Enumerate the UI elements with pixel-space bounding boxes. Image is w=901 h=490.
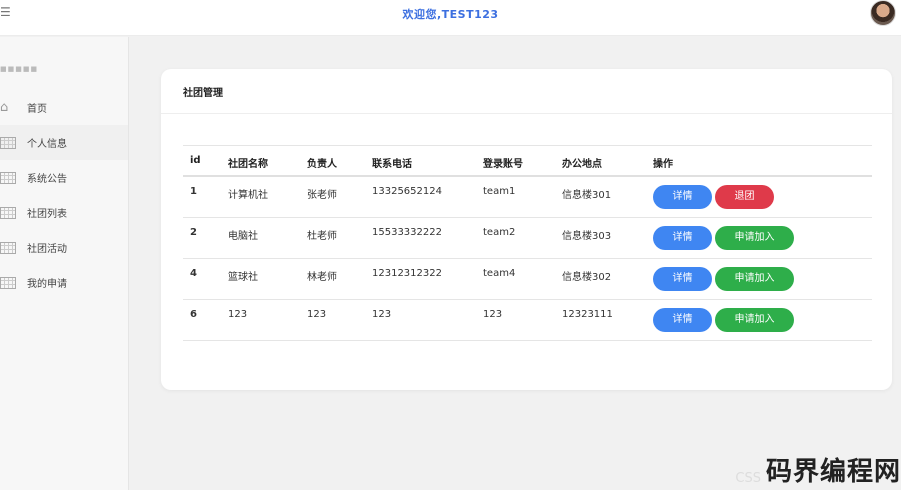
column-header: 负责人 bbox=[307, 159, 337, 170]
grid-icon bbox=[0, 206, 16, 219]
column-header: id bbox=[190, 155, 201, 166]
cell-location: 12323111 bbox=[562, 309, 613, 320]
club-management-card: 社团管理 id 社团名称 负责人 联系电话 登录账号 办公地点 操作 1 计算机… bbox=[161, 69, 892, 390]
cell-leader: 林老师 bbox=[307, 272, 337, 283]
cell-account: team2 bbox=[483, 227, 516, 238]
column-header: 联系电话 bbox=[372, 159, 412, 170]
grid-icon bbox=[0, 276, 16, 289]
cell-name: 123 bbox=[228, 309, 248, 320]
table-header: id 社团名称 负责人 联系电话 登录账号 办公地点 操作 bbox=[183, 145, 872, 177]
cell-location: 信息楼302 bbox=[562, 272, 612, 283]
sidebar-item-club-activities[interactable]: 社团活动 bbox=[0, 230, 128, 265]
cell-phone: 12312312322 bbox=[372, 268, 442, 279]
sidebar-item-label: 社团列表 bbox=[27, 209, 67, 220]
welcome-text: 欢迎您,TEST123 bbox=[402, 8, 499, 21]
sidebar-item-label: 我的申请 bbox=[27, 279, 67, 290]
column-header: 办公地点 bbox=[562, 159, 602, 170]
cell-location: 信息楼301 bbox=[562, 190, 612, 201]
detail-button[interactable]: 详情 bbox=[653, 185, 712, 209]
divider bbox=[161, 113, 892, 114]
cell-name: 篮球社 bbox=[228, 272, 258, 283]
sidebar-item-my-applications[interactable]: 我的申请 bbox=[0, 265, 128, 300]
club-table: id 社团名称 负责人 联系电话 登录账号 办公地点 操作 1 计算机社 张老师… bbox=[183, 145, 872, 341]
cell-phone: 13325652124 bbox=[372, 186, 442, 197]
user-avatar[interactable] bbox=[870, 0, 896, 26]
sidebar-item-club-list[interactable]: 社团列表 bbox=[0, 195, 128, 230]
sidebar-item-announcements[interactable]: 系统公告 bbox=[0, 160, 128, 195]
column-header: 社团名称 bbox=[228, 159, 268, 170]
column-header: 登录账号 bbox=[483, 159, 523, 170]
cell-phone: 123 bbox=[372, 309, 392, 320]
cell-id: 6 bbox=[190, 309, 197, 320]
cell-leader: 杜老师 bbox=[307, 231, 337, 242]
table-row: 1 计算机社 张老师 13325652124 team1 信息楼301 详情 退… bbox=[183, 177, 872, 218]
table-row: 4 篮球社 林老师 12312312322 team4 信息楼302 详情 申请… bbox=[183, 259, 872, 300]
sidebar-item-label: 社团活动 bbox=[27, 244, 67, 255]
cell-location: 信息楼303 bbox=[562, 231, 612, 242]
cell-account: team4 bbox=[483, 268, 516, 279]
detail-button[interactable]: 详情 bbox=[653, 226, 712, 250]
cell-id: 2 bbox=[190, 227, 197, 238]
home-icon: ⌂ bbox=[0, 99, 9, 115]
cell-account: team1 bbox=[483, 186, 516, 197]
cell-id: 4 bbox=[190, 268, 197, 279]
column-header: 操作 bbox=[653, 159, 673, 170]
cell-name: 计算机社 bbox=[228, 190, 268, 201]
sidebar-item-home[interactable]: ⌂ 首页 bbox=[0, 90, 128, 125]
top-bar: ☰ 欢迎您,TEST123 bbox=[0, 0, 901, 36]
watermark: 码界编程网 bbox=[765, 457, 901, 487]
sidebar-item-label: 系统公告 bbox=[27, 174, 67, 185]
cell-account: 123 bbox=[483, 309, 503, 320]
detail-button[interactable]: 详情 bbox=[653, 267, 712, 291]
sidebar-item-label: 个人信息 bbox=[27, 139, 67, 150]
apply-join-button[interactable]: 申请加入 bbox=[715, 308, 794, 332]
grid-icon bbox=[0, 241, 16, 254]
sidebar: ■■■■■ ⌂ 首页 个人信息 系统公告 社团列表 社团活动 我的申请 bbox=[0, 37, 129, 490]
watermark-faint: CSS bbox=[735, 471, 761, 486]
sidebar-item-profile[interactable]: 个人信息 bbox=[0, 125, 128, 160]
sidebar-brand: ■■■■■ bbox=[0, 65, 39, 73]
grid-icon bbox=[0, 136, 16, 149]
apply-join-button[interactable]: 申请加入 bbox=[715, 226, 794, 250]
cell-name: 电脑社 bbox=[228, 231, 258, 242]
quit-club-button[interactable]: 退团 bbox=[715, 185, 774, 209]
cell-phone: 15533332222 bbox=[372, 227, 442, 238]
grid-icon bbox=[0, 171, 16, 184]
sidebar-item-label: 首页 bbox=[27, 104, 47, 115]
detail-button[interactable]: 详情 bbox=[653, 308, 712, 332]
table-row: 2 电脑社 杜老师 15533332222 team2 信息楼303 详情 申请… bbox=[183, 218, 872, 259]
cell-id: 1 bbox=[190, 186, 197, 197]
cell-leader: 张老师 bbox=[307, 190, 337, 201]
cell-leader: 123 bbox=[307, 309, 327, 320]
table-row: 6 123 123 123 123 12323111 详情 申请加入 bbox=[183, 300, 872, 341]
page-title: 社团管理 bbox=[183, 88, 223, 99]
apply-join-button[interactable]: 申请加入 bbox=[715, 267, 794, 291]
